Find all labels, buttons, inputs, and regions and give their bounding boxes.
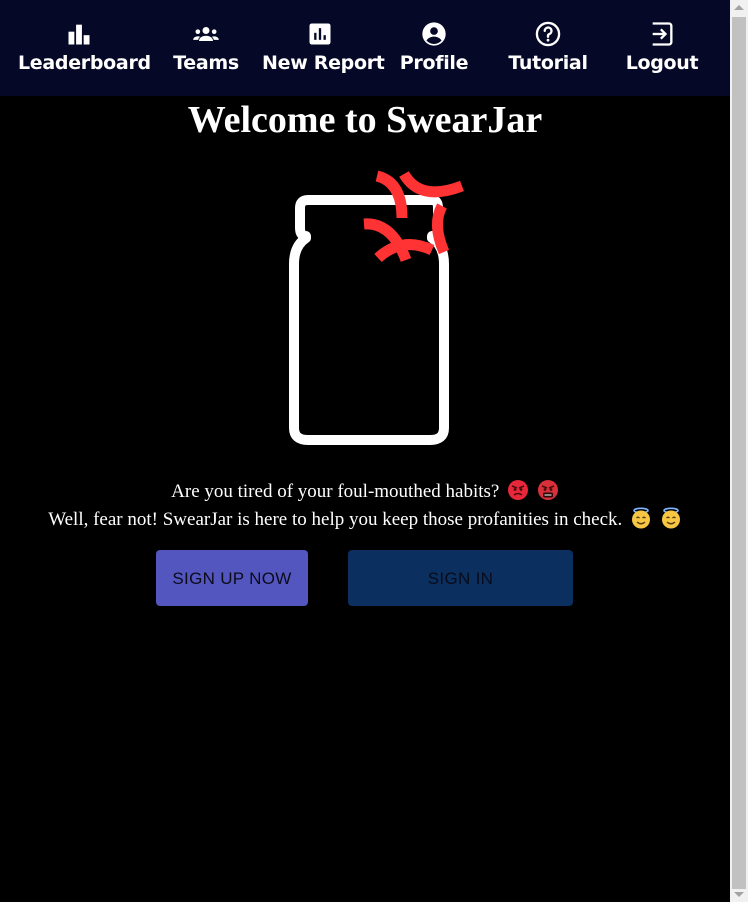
groups-icon xyxy=(193,27,219,41)
tagline-text-1: Are you tired of your foul-mouthed habit… xyxy=(171,481,500,502)
top-navbar: Leaderboard Teams New Report Profile Tut… xyxy=(0,0,730,96)
scroll-down-icon[interactable] xyxy=(734,892,744,897)
nav-item-teams[interactable]: Teams xyxy=(170,20,242,80)
nav-item-new-report[interactable]: New Report xyxy=(262,20,385,80)
cursing-face-icon xyxy=(537,480,558,500)
halo-face-icon xyxy=(632,507,651,529)
scroll-up-icon[interactable] xyxy=(734,5,744,10)
logout-icon xyxy=(652,22,673,46)
angry-face-icon xyxy=(508,480,529,500)
nav-label-teams: Teams xyxy=(173,52,239,74)
nav-label-logout: Logout xyxy=(625,52,699,74)
nav-item-profile[interactable]: Profile xyxy=(398,20,470,80)
tagline-line-2: Well, fear not! SwearJar is here to help… xyxy=(0,506,730,534)
sign-up-button[interactable]: SIGN UP NOW xyxy=(156,550,308,606)
help-icon xyxy=(535,21,561,47)
nav-item-logout[interactable]: Logout xyxy=(624,20,700,80)
tagline-line-1: Are you tired of your foul-mouthed habit… xyxy=(0,478,730,506)
nav-item-tutorial[interactable]: Tutorial xyxy=(506,20,590,80)
nav-item-leaderboard[interactable]: Leaderboard xyxy=(18,20,151,80)
nav-label-leaderboard: Leaderboard xyxy=(18,52,151,74)
nav-label-new-report: New Report xyxy=(262,52,385,74)
page: Leaderboard Teams New Report Profile Tut… xyxy=(0,0,730,902)
scrollbar-thumb[interactable] xyxy=(732,17,746,889)
sign-in-button[interactable]: SIGN IN xyxy=(348,550,573,606)
angry-jar-icon xyxy=(289,170,464,445)
tagline-text-2: Well, fear not! SwearJar is here to help… xyxy=(48,509,623,530)
nav-label-profile: Profile xyxy=(399,52,469,74)
halo-face-icon xyxy=(661,507,680,529)
page-title: Welcome to SwearJar xyxy=(187,99,543,141)
report-icon xyxy=(309,23,331,45)
nav-label-tutorial: Tutorial xyxy=(508,52,588,74)
account-circle-icon xyxy=(422,22,446,46)
leaderboard-icon xyxy=(68,24,90,45)
